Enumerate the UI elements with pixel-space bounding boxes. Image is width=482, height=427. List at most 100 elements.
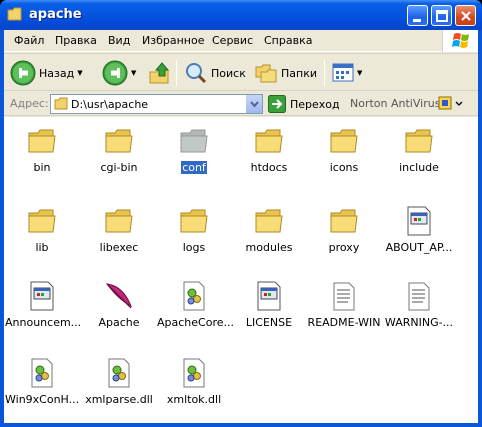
file-item[interactable]: ApacheCore... [156,280,234,329]
file-item[interactable]: xmlparse.dll [81,357,157,406]
file-label: libexec [99,241,139,254]
folder-icon [178,205,210,237]
menu-tools[interactable]: Сервис [212,34,253,47]
menu-bar: Файл Правка Вид Избранное Сервис Справка [4,30,478,52]
file-item[interactable]: Announcem... [4,280,81,329]
document-icon [26,280,58,312]
explorer-window: apache Файл Правка Вид Избранное Сервис … [0,0,482,427]
address-value: D:\usr\apache [71,98,149,111]
folder-icon [403,125,435,157]
document-icon [403,205,435,237]
back-dropdown-icon[interactable]: ▼ [77,69,82,77]
menu-file[interactable]: Файл [14,34,44,47]
file-item[interactable]: modules [231,205,307,254]
go-button[interactable]: Переход [268,94,340,114]
apache-feather-icon [103,280,135,312]
forward-button[interactable]: ▼ [102,54,136,92]
minimize-icon [413,19,421,22]
file-item[interactable]: include [381,125,457,174]
views-icon [332,63,354,82]
minimize-button[interactable] [407,5,428,26]
file-label: ApacheCore... [157,316,234,329]
forward-arrow-icon [102,60,128,86]
maximize-button[interactable] [431,5,452,26]
title-bar[interactable]: apache [0,0,482,30]
text-file-icon [328,280,360,312]
file-item[interactable]: xmltok.dll [156,357,232,406]
go-label: Переход [290,97,340,111]
forward-dropdown-icon[interactable]: ▼ [131,69,136,77]
windows-logo-icon [442,30,478,52]
search-icon [186,63,207,84]
folder-icon [328,205,360,237]
file-item[interactable]: WARNING-... [381,280,457,329]
address-label: Адрес: [10,97,49,110]
dll-file-icon [26,357,58,389]
file-label: Win9xConH... [5,393,80,406]
document-icon [253,280,285,312]
close-button[interactable] [455,5,476,26]
search-button[interactable]: Поиск [184,54,246,92]
window-title: apache [29,7,82,22]
address-input[interactable]: D:\usr\apache [50,94,263,114]
file-item[interactable]: htdocs [231,125,307,174]
menu-help[interactable]: Справка [264,34,312,47]
file-label: lib [35,241,49,254]
back-arrow-icon [10,60,36,86]
client-area: Файл Правка Вид Избранное Сервис Справка [4,30,478,423]
file-item[interactable]: Apache [81,280,157,329]
file-item[interactable]: LICENSE [231,280,307,329]
folder-icon [103,205,135,237]
go-arrow-icon [268,95,286,113]
file-label: WARNING-... [384,316,454,329]
file-item[interactable]: logs [156,205,232,254]
file-label: include [399,161,439,174]
folders-button[interactable]: Папки [254,54,317,92]
norton-label[interactable]: Norton AntiVirus [350,97,440,110]
address-dropdown-button[interactable] [245,95,262,113]
file-label: cgi-bin [100,161,138,174]
file-label: proxy [328,241,360,254]
file-item[interactable]: ABOUT_AP... [381,205,457,254]
file-item[interactable]: conf [156,125,232,174]
folders-icon [255,64,277,83]
menu-view[interactable]: Вид [108,34,130,47]
file-item[interactable]: libexec [81,205,157,254]
back-label: Назад [39,66,75,80]
folder-icon [54,97,68,110]
folder-icon [103,125,135,157]
file-label: ABOUT_AP... [385,241,453,254]
file-list: bin cgi-bin conf htdocs icons include lib libex… [4,117,478,423]
file-label: logs [182,241,206,254]
menu-edit[interactable]: Правка [55,34,97,47]
dll-file-icon [178,280,210,312]
file-item[interactable]: icons [306,125,382,174]
back-button[interactable]: Назад ▼ [10,54,83,92]
file-label: bin [33,161,51,174]
dll-file-icon [103,357,135,389]
text-file-icon [403,280,435,312]
menu-favorites[interactable]: Избранное [142,34,204,47]
address-bar: Адрес: D:\usr\apache Переход Norton Anti… [4,92,478,116]
file-label: htdocs [250,161,288,174]
file-item[interactable]: proxy [306,205,382,254]
up-folder-button[interactable] [148,54,172,92]
file-label: README-WIN [307,316,381,329]
views-dropdown-icon[interactable]: ▼ [357,69,362,77]
folder-icon [253,125,285,157]
file-label: Apache [98,316,140,329]
file-item[interactable]: README-WIN [306,280,382,329]
views-button[interactable]: ▼ [332,54,362,92]
maximize-icon [436,10,448,22]
folder-icon [178,125,210,157]
dll-file-icon [178,357,210,389]
file-item[interactable]: cgi-bin [81,125,157,174]
folder-icon [26,205,58,237]
chevron-down-icon [250,101,259,108]
folder-icon [328,125,360,157]
norton-antivirus-icon[interactable] [438,95,466,116]
file-item[interactable]: lib [4,205,80,254]
file-item[interactable]: bin [4,125,80,174]
toolbar: Назад ▼ ▼ Поиск Папки ▼ [4,53,478,91]
file-item[interactable]: Win9xConH... [4,357,80,406]
